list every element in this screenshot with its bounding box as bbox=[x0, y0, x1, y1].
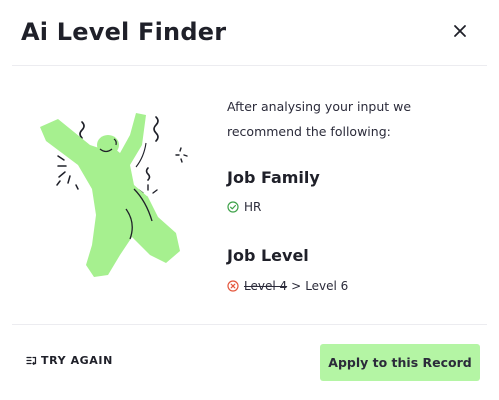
close-icon bbox=[454, 25, 466, 37]
job-family-title: Job Family bbox=[227, 168, 320, 187]
job-level-title: Job Level bbox=[227, 246, 309, 265]
apply-to-record-button[interactable]: Apply to this Record bbox=[320, 344, 480, 381]
job-family-value: HR bbox=[227, 200, 261, 214]
ai-level-finder-modal: Ai Level Finder After analysing your inp… bbox=[0, 0, 499, 400]
x-circle-icon bbox=[227, 280, 239, 292]
try-again-label: TRY AGAIN bbox=[41, 354, 113, 367]
jumping-person-illustration bbox=[40, 113, 188, 277]
modal-header: Ai Level Finder bbox=[0, 0, 499, 66]
job-level-old: Level 4 bbox=[244, 279, 288, 293]
job-family-label: HR bbox=[244, 200, 262, 214]
job-level-separator: > bbox=[291, 279, 302, 293]
close-button[interactable] bbox=[449, 20, 471, 42]
modal-footer: TRY AGAIN Apply to this Record bbox=[0, 325, 499, 400]
retry-list-icon bbox=[26, 356, 37, 365]
header-divider bbox=[12, 65, 487, 66]
job-level-new: Level 6 bbox=[305, 279, 349, 293]
try-again-button[interactable]: TRY AGAIN bbox=[26, 354, 113, 367]
recommendation-intro: After analysing your input we recommend … bbox=[227, 99, 412, 139]
recommendation-panel: After analysing your input we recommend … bbox=[227, 94, 487, 293]
check-circle-icon bbox=[227, 201, 239, 213]
job-level-value: Level 4 > Level 6 bbox=[227, 279, 348, 293]
modal-title: Ai Level Finder bbox=[21, 18, 227, 46]
